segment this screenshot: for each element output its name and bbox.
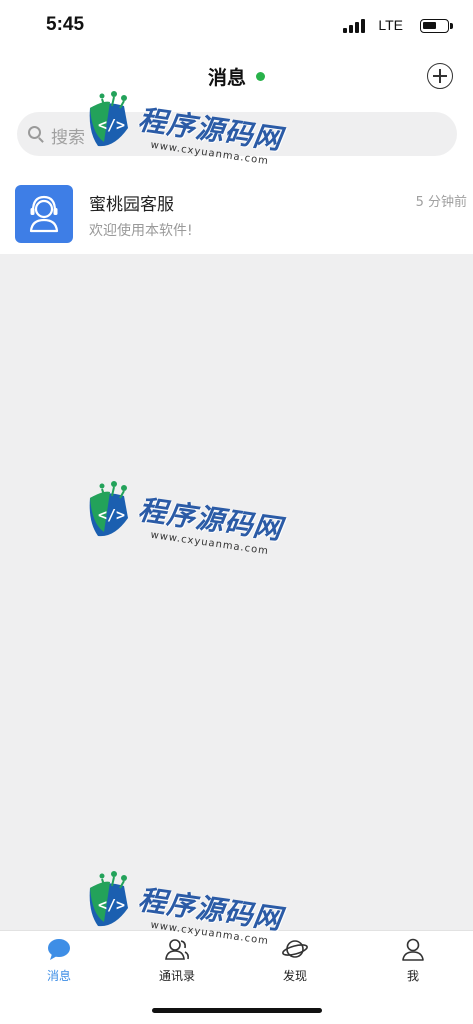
tab-label: 消息 [46, 969, 71, 983]
signal-icon [343, 19, 365, 33]
online-status-dot [256, 72, 265, 81]
watermark-text: 程序源码网 [136, 493, 285, 546]
tab-discover[interactable]: 发现 [236, 931, 354, 991]
search-input[interactable]: 搜索 [17, 112, 457, 156]
customer-service-icon [29, 195, 59, 233]
page-title: 消息 [0, 63, 473, 90]
watermark-text: 程序源码网 [136, 883, 285, 936]
conversation-name: 蜜桃园客服 [89, 195, 174, 215]
conversation-time: 5 分钟前 [415, 195, 467, 210]
tab-me[interactable]: 我 [354, 931, 472, 991]
tab-label: 我 [406, 969, 419, 983]
tab-label: 通讯录 [158, 969, 195, 983]
watermark-logo: </> [89, 481, 128, 537]
contacts-icon [165, 939, 189, 960]
avatar [15, 185, 73, 243]
watermark-url: www.cxyuanma.com [149, 529, 270, 558]
chat-bubble-icon [48, 939, 70, 960]
search-area: 搜索 [0, 100, 473, 170]
network-label: LTE [378, 17, 403, 33]
tab-contacts[interactable]: 通讯录 [118, 931, 236, 991]
search-icon [28, 126, 41, 139]
list-item[interactable]: 蜜桃园客服 欢迎使用本软件! 5 分钟前 [0, 170, 473, 254]
planet-icon [282, 940, 308, 958]
user-icon [402, 938, 424, 961]
svg-text:</>: </> [98, 896, 125, 914]
status-time: 5:45 [46, 14, 85, 35]
page-title-text: 消息 [207, 67, 246, 89]
tab-messages[interactable]: 消息 [0, 931, 118, 991]
conversation-list: 蜜桃园客服 欢迎使用本软件! 5 分钟前 [0, 170, 473, 254]
watermark-logo: </> [89, 871, 128, 927]
watermark: </> 程序源码网 www.cxyuanma.com [84, 478, 294, 568]
status-bar: 5:45 LTE [0, 0, 473, 52]
home-indicator [152, 1008, 322, 1013]
svg-text:</>: </> [98, 506, 125, 524]
battery-icon [420, 19, 453, 33]
tab-label: 发现 [282, 969, 307, 983]
add-button[interactable] [427, 63, 453, 89]
header: 消息 [0, 52, 473, 100]
search-placeholder: 搜索 [51, 128, 85, 148]
conversation-preview: 欢迎使用本软件! [89, 223, 193, 239]
status-indicators: LTE [329, 17, 453, 35]
